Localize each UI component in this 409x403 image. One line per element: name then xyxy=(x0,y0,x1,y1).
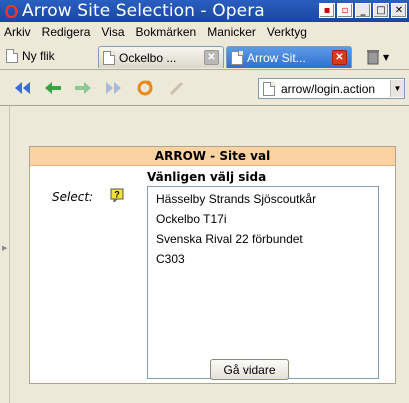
page-icon xyxy=(103,50,115,65)
sidebar-handle[interactable]: ▶ xyxy=(0,106,10,403)
menu-item-manicker[interactable]: Manicker xyxy=(202,25,262,39)
tab-bar: Ny flik Ockelbo ... ✕ Arrow Sit... ✕ ▼ xyxy=(0,42,409,70)
help-icon[interactable]: ? xyxy=(110,188,124,202)
rewind-icon xyxy=(15,82,30,94)
window-titlebar[interactable]: Arrow Site Selection - Opera ▪ ▫ _ □ ✕ xyxy=(0,0,409,22)
trash-icon xyxy=(367,50,379,65)
site-selection-panel: ARROW - Site val Vänligen välj sida Sele… xyxy=(29,146,396,384)
tab-close-icon[interactable]: ✕ xyxy=(204,50,219,65)
chevron-down-icon: ▼ xyxy=(383,52,390,62)
tab-arrow-site[interactable]: Arrow Sit... ✕ xyxy=(226,46,352,68)
list-item[interactable]: Svenska Rival 22 förbundet xyxy=(156,231,303,247)
menu-item-verktyg[interactable]: Verktyg xyxy=(262,25,313,39)
trash-can-button[interactable]: ▼ xyxy=(366,48,402,66)
select-label: Select: xyxy=(52,190,94,204)
instruction-text: Vänligen välj sida xyxy=(147,170,267,184)
edit-button[interactable] xyxy=(166,78,188,98)
svg-text:?: ? xyxy=(114,190,120,200)
reload-icon xyxy=(137,80,153,96)
tile-button[interactable]: ▫ xyxy=(337,3,353,18)
chevron-right-icon: ▶ xyxy=(2,244,8,252)
menu-item-arkiv[interactable]: Arkiv xyxy=(0,25,37,39)
continue-button[interactable]: Gå vidare xyxy=(210,359,289,380)
navigation-toolbar: arrow/login.action ▼ xyxy=(0,70,409,106)
address-bar[interactable]: arrow/login.action ▼ xyxy=(258,78,405,99)
page-icon xyxy=(231,50,243,65)
new-tab-label: Ny flik xyxy=(22,49,55,63)
reload-button[interactable] xyxy=(134,78,156,98)
chevron-down-icon[interactable]: ▼ xyxy=(390,80,404,97)
tab-label: Arrow Sit... xyxy=(247,50,306,65)
tab-label: Ockelbo ... xyxy=(119,50,177,65)
rewind-button[interactable] xyxy=(12,78,34,98)
maximize-button[interactable]: □ xyxy=(373,3,389,18)
page-icon xyxy=(6,49,18,63)
menu-item-redigera[interactable]: Redigera xyxy=(37,25,97,39)
page-icon xyxy=(263,81,275,96)
menu-bar: Arkiv Redigera Visa Bokmärken Manicker V… xyxy=(0,22,409,42)
menu-item-bokmarken[interactable]: Bokmärken xyxy=(131,25,203,39)
site-listbox[interactable]: Hässelby Strands Sjöscoutkår Ockelbo T17… xyxy=(147,186,379,379)
fast-forward-icon xyxy=(106,82,121,94)
list-item[interactable]: Hässelby Strands Sjöscoutkår xyxy=(156,191,316,207)
forward-button[interactable] xyxy=(72,78,94,98)
panel-header: ARROW - Site val xyxy=(30,147,395,166)
tab-ockelbo[interactable]: Ockelbo ... ✕ xyxy=(98,46,224,68)
forward-arrow-icon xyxy=(75,82,91,94)
list-item[interactable]: C303 xyxy=(156,251,185,267)
tab-close-icon[interactable]: ✕ xyxy=(332,50,347,65)
window-title: Arrow Site Selection - Opera xyxy=(22,1,265,21)
opera-icon xyxy=(4,4,18,18)
address-input[interactable]: arrow/login.action xyxy=(281,82,390,96)
close-button[interactable]: ✕ xyxy=(391,3,407,18)
fast-forward-button[interactable] xyxy=(102,78,124,98)
back-button[interactable] xyxy=(42,78,64,98)
new-tab-button[interactable]: Ny flik xyxy=(6,46,55,66)
restore-tabs-button[interactable]: ▪ xyxy=(319,3,335,18)
menu-item-visa[interactable]: Visa xyxy=(96,25,130,39)
back-arrow-icon xyxy=(45,82,61,94)
list-item[interactable]: Ockelbo T17i xyxy=(156,211,226,227)
minimize-button[interactable]: _ xyxy=(355,3,371,18)
pencil-icon xyxy=(169,81,184,96)
